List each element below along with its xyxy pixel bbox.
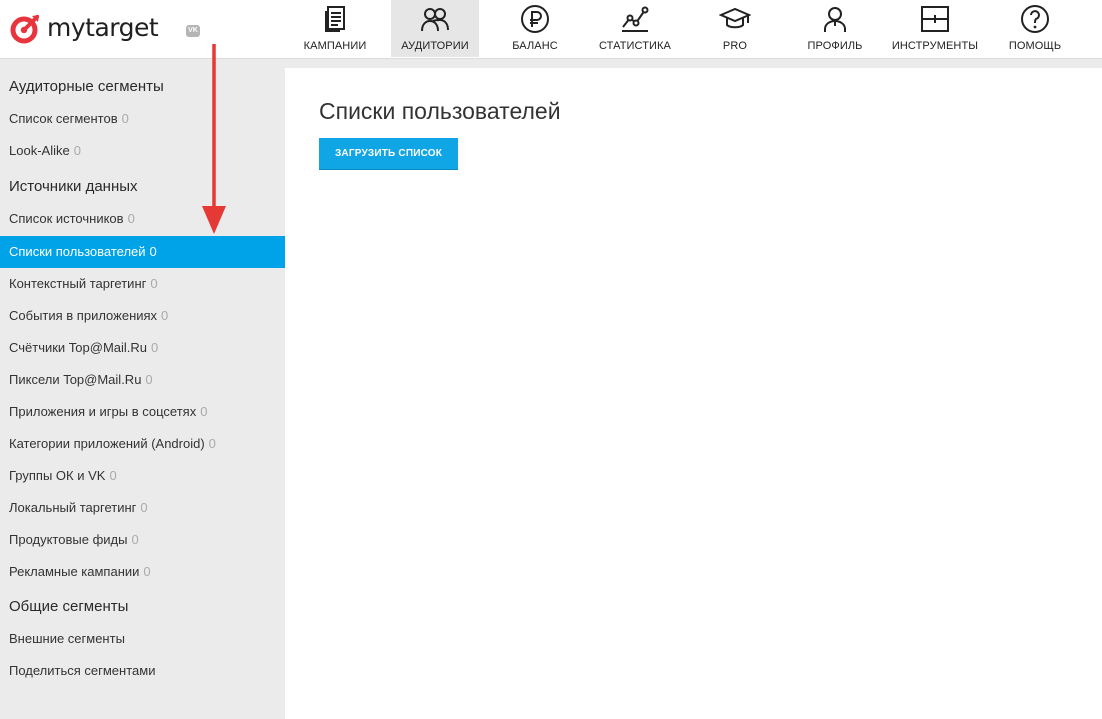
nav-tools[interactable]: ИНСТРУМЕНТЫ	[887, 0, 983, 57]
sidebar-item-count: 0	[151, 340, 159, 355]
sidebar-item-count: 0	[150, 276, 158, 291]
sidebar-item-count: 0	[145, 372, 153, 387]
sidebar-item-app-categories-android[interactable]: Категории приложений (Android) 0	[0, 428, 285, 460]
vk-badge[interactable]: VK	[186, 25, 200, 37]
sidebar-item-segments-list[interactable]: Список сегментов 0	[0, 103, 285, 135]
sidebar-item-app-events[interactable]: События в приложениях 0	[0, 300, 285, 332]
sidebar-item-share-segments[interactable]: Поделиться сегментами	[0, 655, 285, 687]
sidebar-item-label: Список сегментов	[9, 111, 118, 126]
nav-label: КАМПАНИИ	[303, 40, 367, 52]
sidebar-item-top-mail-pixels[interactable]: Пиксели Top@Mail.Ru 0	[0, 364, 285, 396]
sidebar-item-look-alike[interactable]: Look-Alike 0	[0, 135, 285, 167]
sidebar-item-user-lists[interactable]: Списки пользователей 0	[0, 236, 285, 268]
sidebar-item-social-apps-games[interactable]: Приложения и игры в соцсетях 0	[0, 396, 285, 428]
sidebar-item-count: 0	[121, 111, 129, 126]
nav-campaigns[interactable]: КАМПАНИИ	[295, 0, 375, 57]
tools-icon	[921, 6, 949, 32]
ruble-icon	[521, 5, 549, 33]
section-heading-shared-segments: Общие сегменты	[9, 598, 129, 615]
sidebar-item-label: Счётчики Top@Mail.Ru	[9, 340, 148, 355]
sidebar-item-label: Пиксели Top@Mail.Ru	[9, 372, 142, 387]
sidebar-item-label: События в приложениях	[9, 308, 158, 323]
nav-help[interactable]: ПОМОЩЬ	[995, 0, 1075, 57]
sidebar-item-local-targeting[interactable]: Локальный таргетинг 0	[0, 492, 285, 524]
sidebar-item-count: 0	[131, 532, 139, 547]
sidebar-item-label: Группы ОК и VK	[9, 468, 106, 483]
sidebar-item-count: 0	[140, 500, 148, 515]
nav-label: PRO	[722, 40, 748, 52]
nav-statistics[interactable]: СТАТИСТИКА	[591, 0, 679, 57]
sidebar-item-product-feeds[interactable]: Продуктовые фиды 0	[0, 524, 285, 556]
audiences-icon	[421, 8, 449, 32]
upload-list-button[interactable]: ЗАГРУЗИТЬ СПИСОК	[319, 138, 458, 170]
sidebar-item-count: 0	[208, 436, 216, 451]
main-content: Списки пользователей ЗАГРУЗИТЬ СПИСОК	[285, 68, 1102, 719]
top-header: mytarget VK КАМПАНИИ АУДИТОРИИ БАЛАНС СТ…	[0, 0, 1102, 59]
sidebar-item-context-targeting[interactable]: Контекстный таргетинг 0	[0, 268, 285, 300]
sidebar-item-count: 0	[143, 564, 151, 579]
page-title: Списки пользователей	[319, 98, 561, 124]
campaigns-icon	[325, 6, 345, 32]
sidebar-item-sources-list[interactable]: Список источников 0	[0, 203, 285, 235]
sidebar-item-label: Рекламные кампании	[9, 564, 140, 579]
nav-pro[interactable]: PRO	[695, 0, 775, 57]
sidebar-item-count: 0	[127, 211, 135, 226]
sidebar-item-count: 0	[200, 404, 208, 419]
logo-text: mytarget	[47, 13, 159, 42]
sidebar-item-label: Продуктовые фиды	[9, 532, 128, 547]
sidebar-item-ad-campaigns[interactable]: Рекламные кампании 0	[0, 556, 285, 588]
profile-icon	[824, 7, 846, 32]
sidebar-item-label: Look-Alike	[9, 143, 70, 158]
nav-label: ПРОФИЛЬ	[807, 40, 863, 52]
sidebar-item-label: Локальный таргетинг	[9, 500, 137, 515]
sidebar-item-label: Поделиться сегментами	[9, 663, 156, 678]
nav-label: СТАТИСТИКА	[599, 40, 671, 52]
mytarget-logo-icon	[10, 15, 39, 44]
sidebar-item-external-segments[interactable]: Внешние сегменты	[0, 623, 285, 655]
nav-balance[interactable]: БАЛАНС	[495, 0, 575, 57]
section-heading-audience-segments: Аудиторные сегменты	[9, 78, 164, 95]
nav-audiences[interactable]: АУДИТОРИИ	[391, 0, 479, 57]
sidebar-item-label: Списки пользователей	[9, 244, 146, 259]
nav-label: БАЛАНС	[512, 40, 558, 52]
nav-label: АУДИТОРИИ	[401, 40, 469, 52]
mytarget-logo[interactable]: mytarget	[10, 12, 159, 44]
sidebar-item-count: 0	[149, 244, 157, 259]
sidebar-item-count: 0	[109, 468, 117, 483]
nav-profile[interactable]: ПРОФИЛЬ	[795, 0, 875, 57]
sidebar: Аудиторные сегменты Список сегментов 0 Lo…	[0, 59, 285, 719]
sidebar-item-count: 0	[73, 143, 81, 158]
nav-label: ИНСТРУМЕНТЫ	[891, 40, 979, 52]
sidebar-item-top-mail-counters[interactable]: Счётчики Top@Mail.Ru 0	[0, 332, 285, 364]
sidebar-item-label: Приложения и игры в соцсетях	[9, 404, 197, 419]
sidebar-item-label: Контекстный таргетинг	[9, 276, 147, 291]
sidebar-item-ok-vk-groups[interactable]: Группы ОК и VK 0	[0, 460, 285, 492]
nav-label: ПОМОЩЬ	[1008, 40, 1062, 52]
statistics-icon	[622, 6, 649, 32]
sidebar-item-label: Список источников	[9, 211, 124, 226]
annotation-arrow-icon	[202, 44, 226, 234]
sidebar-item-count: 0	[161, 308, 169, 323]
graduation-cap-icon	[719, 7, 751, 29]
sidebar-item-label: Внешние сегменты	[9, 631, 125, 646]
sidebar-item-label: Категории приложений (Android)	[9, 436, 205, 451]
section-heading-data-sources: Источники данных	[9, 178, 138, 195]
help-icon	[1021, 5, 1049, 33]
